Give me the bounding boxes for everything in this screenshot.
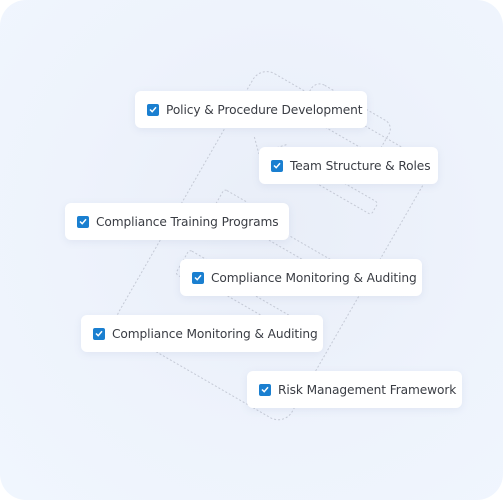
checklist-item[interactable]: Compliance Monitoring & Auditing bbox=[180, 259, 422, 296]
feature-panel: Policy & Procedure Development Team Stru… bbox=[0, 0, 503, 500]
checkbox-checked-icon[interactable] bbox=[259, 383, 271, 396]
checklist-item-label: Compliance Monitoring & Auditing bbox=[211, 270, 417, 285]
checklist-item[interactable]: Compliance Monitoring & Auditing bbox=[81, 315, 323, 352]
checkbox-checked-icon[interactable] bbox=[77, 215, 89, 228]
checkbox-checked-icon[interactable] bbox=[147, 103, 159, 116]
checklist-item-label: Compliance Monitoring & Auditing bbox=[112, 326, 318, 341]
checkbox-checked-icon[interactable] bbox=[271, 159, 283, 172]
checkbox-checked-icon[interactable] bbox=[192, 271, 204, 284]
checklist-item[interactable]: Compliance Training Programs bbox=[65, 203, 289, 240]
checkbox-checked-icon[interactable] bbox=[93, 327, 105, 340]
checklist-item-label: Risk Management Framework bbox=[278, 382, 457, 397]
checklist-item-label: Team Structure & Roles bbox=[290, 158, 431, 173]
checklist-item-label: Compliance Training Programs bbox=[96, 214, 279, 229]
checklist-item[interactable]: Team Structure & Roles bbox=[259, 147, 438, 184]
checklist-item-label: Policy & Procedure Development bbox=[166, 102, 363, 117]
checklist-item[interactable]: Risk Management Framework bbox=[247, 371, 462, 408]
clipboard-checklist-icon bbox=[116, 71, 429, 421]
checklist-item[interactable]: Policy & Procedure Development bbox=[135, 91, 367, 128]
